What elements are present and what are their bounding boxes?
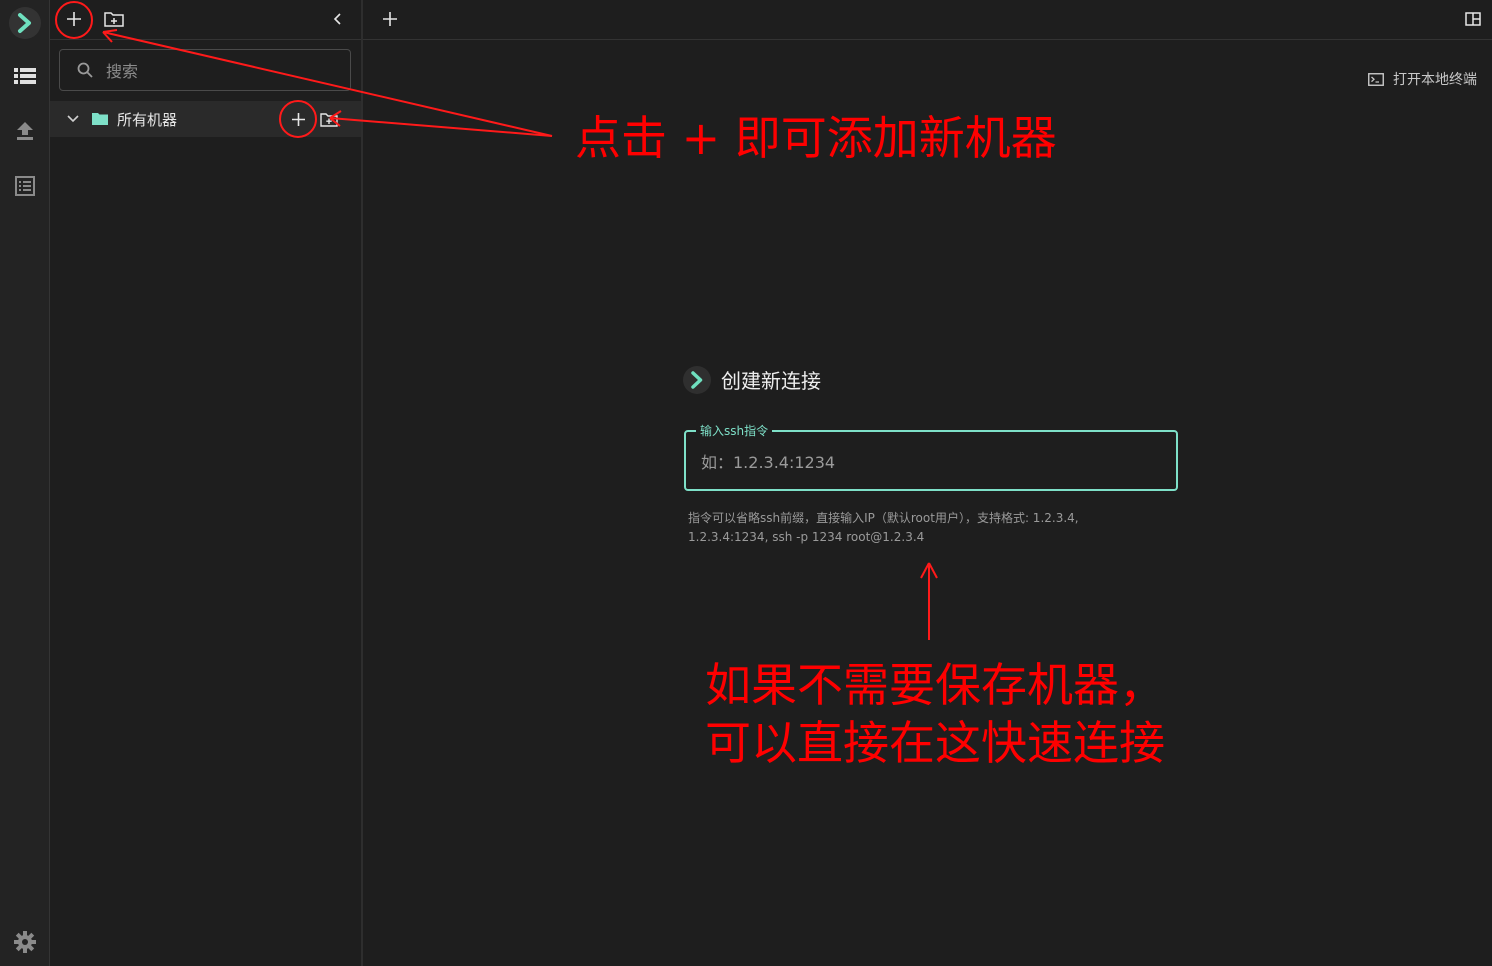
annotation-add-machine: 点击 + 即可添加新机器 xyxy=(575,111,1057,165)
open-local-terminal-label: 打开本地终端 xyxy=(1393,72,1477,88)
plus-icon xyxy=(291,112,305,126)
new-folder-button[interactable] xyxy=(102,7,126,31)
activity-rail xyxy=(0,0,50,966)
layout-toggle-button[interactable] xyxy=(1462,8,1484,30)
ssh-field-label: 输入ssh指令 xyxy=(696,422,773,440)
open-local-terminal-button[interactable]: 打开本地终端 xyxy=(1368,68,1477,90)
folder-plus-icon xyxy=(104,12,124,27)
annotation-quick-connect: 如果不需要保存机器， 可以直接在这快速连接 xyxy=(705,656,1165,772)
sessions-list-icon[interactable] xyxy=(0,56,49,96)
tab-bar xyxy=(363,0,1492,40)
log-list-icon[interactable] xyxy=(0,166,49,206)
new-tab-button[interactable] xyxy=(378,7,402,31)
folder-plus-icon xyxy=(320,112,338,127)
gear-icon[interactable] xyxy=(0,922,49,962)
chevron-logo-icon xyxy=(683,365,711,394)
annotation-line: 可以直接在这快速连接 xyxy=(705,716,1165,770)
collapse-sidebar-button[interactable] xyxy=(326,7,350,31)
ssh-command-input[interactable] xyxy=(699,444,1163,480)
new-machine-button[interactable] xyxy=(62,7,86,31)
new-connection-heading: 创建新连接 xyxy=(683,365,821,394)
plus-icon xyxy=(67,12,81,26)
folder-icon xyxy=(92,113,108,125)
app-logo-icon[interactable] xyxy=(0,3,49,43)
ssh-hint-line: 1.2.3.4:1234, ssh -p 1234 root@1.2.3.4 xyxy=(688,530,925,544)
search-icon xyxy=(77,62,93,78)
sidebar-toolbar xyxy=(50,0,361,40)
chevron-left-icon xyxy=(333,13,341,25)
terminal-icon xyxy=(1368,72,1384,86)
annotation-line: 如果不需要保存机器， xyxy=(705,658,1165,712)
split-layout-icon xyxy=(1465,12,1481,26)
plus-icon xyxy=(383,12,397,26)
new-connection-title: 创建新连接 xyxy=(721,369,821,393)
ssh-command-field: 输入ssh指令 xyxy=(684,422,1178,491)
search-input[interactable] xyxy=(104,50,338,92)
tree-item-all-machines[interactable]: 所有机器 xyxy=(50,101,361,137)
ssh-hint-line: 指令可以省略ssh前缀，直接输入IP（默认root用户），支持格式: 1.2.3… xyxy=(688,511,1079,525)
search-box xyxy=(59,49,351,92)
add-machine-to-group-button[interactable] xyxy=(286,107,310,131)
ssh-hint-text: 指令可以省略ssh前缀，直接输入IP（默认root用户），支持格式: 1.2.3… xyxy=(688,509,1148,547)
upload-icon[interactable] xyxy=(0,111,49,151)
chevron-down-icon[interactable] xyxy=(67,114,79,124)
tree-item-label: 所有机器 xyxy=(117,111,178,129)
machine-sidebar: 所有机器 xyxy=(50,0,363,966)
add-subfolder-button[interactable] xyxy=(317,107,341,131)
